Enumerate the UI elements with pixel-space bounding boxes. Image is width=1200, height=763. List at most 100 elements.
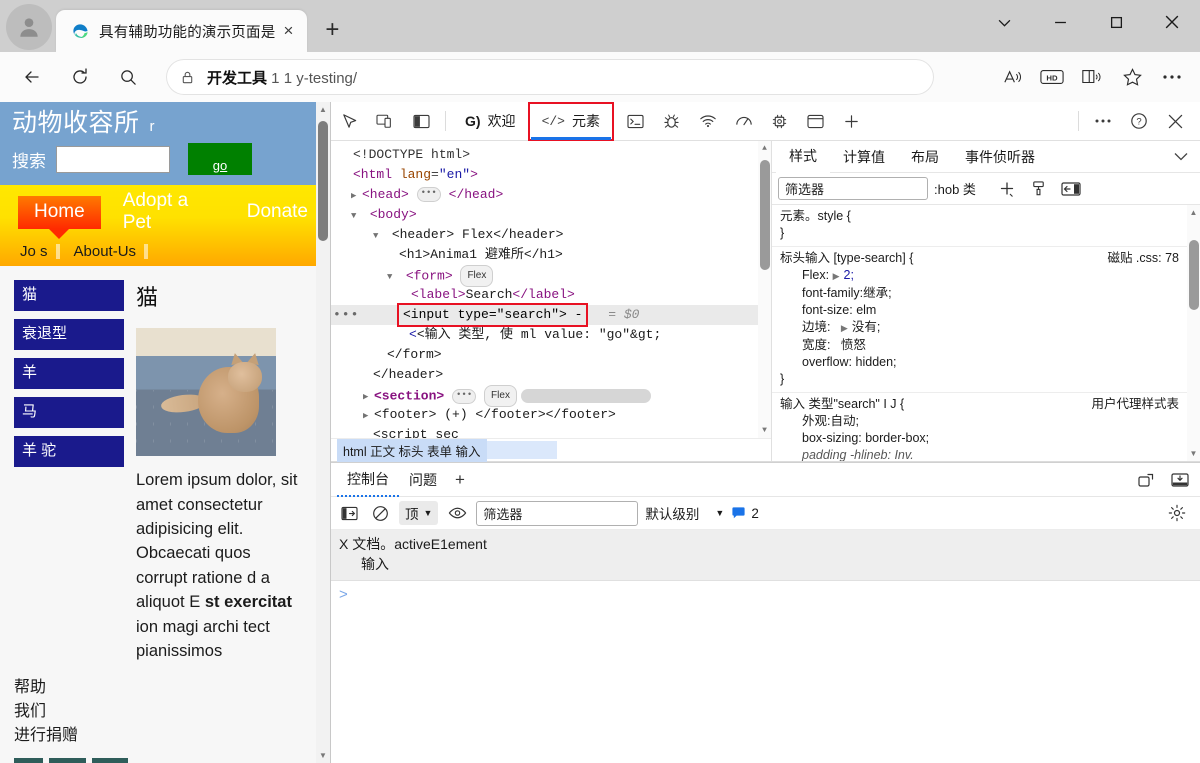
- dom-line[interactable]: </form>: [331, 345, 771, 365]
- dom-line[interactable]: ▶ <footer> (+) </footer></footer>: [331, 405, 771, 425]
- minimize-icon[interactable]: [1032, 0, 1088, 44]
- devtools-close-icon[interactable]: [1160, 106, 1190, 136]
- nav-link-about-us[interactable]: About-Us: [74, 243, 148, 260]
- immersive-reader-icon[interactable]: [1072, 58, 1112, 96]
- dom-scroll-down-icon[interactable]: ▼: [758, 423, 772, 438]
- performance-gauge-icon[interactable]: [729, 106, 759, 136]
- styles-rules-list[interactable]: 元素。style { } 标头输入 [type-search] { 磁贴 .cs…: [772, 205, 1200, 461]
- dom-line[interactable]: <<输入 类型, 使 ml value: "go"&gt;: [331, 325, 771, 345]
- nav-link-donate[interactable]: Donate: [239, 196, 316, 228]
- more-tabs-plus-icon[interactable]: [837, 106, 867, 136]
- styles-tabs-overflow-chevron-icon[interactable]: [1174, 152, 1200, 161]
- device-toolbar-icon[interactable]: [370, 106, 400, 136]
- console-message[interactable]: X 文档。activeE1ement 输入: [331, 530, 1200, 581]
- tab-layout[interactable]: 布局: [898, 142, 952, 172]
- dom-line[interactable]: <!DOCTYPE html>: [331, 145, 771, 165]
- scroll-up-arrow-icon[interactable]: ▲: [316, 102, 330, 117]
- styles-scrollbar[interactable]: ▲ ▼: [1187, 205, 1200, 461]
- clear-console-icon[interactable]: [368, 501, 392, 525]
- css-declaration[interactable]: 边境: ▶ 没有;: [780, 319, 1179, 337]
- css-rule-source[interactable]: 磁贴 .css: 78: [1097, 250, 1179, 267]
- hd-badge-icon[interactable]: HD: [1032, 58, 1072, 96]
- browser-tab[interactable]: 具有辅助功能的演示页面是 ×: [56, 10, 308, 52]
- console-filter-input[interactable]: 筛选器: [476, 500, 639, 526]
- scroll-down-arrow-icon[interactable]: ▼: [316, 748, 330, 763]
- dock-panel-icon[interactable]: [406, 106, 436, 136]
- page-go-button[interactable]: go: [188, 143, 252, 176]
- dock-drawer-icon[interactable]: [1168, 468, 1192, 492]
- css-rule-selector[interactable]: 输入 类型"search" I J {: [780, 396, 904, 413]
- pet-button-cat[interactable]: 猫: [14, 280, 124, 312]
- console-settings-icon[interactable]: [1168, 504, 1194, 522]
- collapse-arrow-icon[interactable]: ▼: [373, 226, 384, 246]
- expand-arrow-icon[interactable]: ▶: [363, 406, 374, 426]
- browser-settings-more-icon[interactable]: [1152, 58, 1192, 96]
- tab-event-listeners[interactable]: 事件侦听器: [952, 142, 1048, 172]
- profile-button[interactable]: [6, 4, 52, 50]
- toggle-pseudo-class-label[interactable]: :hob 类: [934, 179, 976, 198]
- restore-drawer-icon[interactable]: [1134, 468, 1158, 492]
- dom-scroll-track[interactable]: [758, 156, 772, 423]
- element-classes-brush-icon[interactable]: [1026, 178, 1052, 200]
- page-scroll-thumb[interactable]: [318, 121, 328, 241]
- console-context-selector[interactable]: 顶 ▼: [399, 501, 439, 525]
- styles-scroll-track[interactable]: [1187, 220, 1200, 446]
- nav-link-home[interactable]: Home: [18, 195, 101, 229]
- console-panel-icon[interactable]: [621, 106, 651, 136]
- read-aloud-icon[interactable]: [992, 58, 1032, 96]
- new-style-rule-icon[interactable]: [994, 178, 1020, 200]
- styles-scroll-up-icon[interactable]: ▲: [1187, 205, 1200, 220]
- flex-badge[interactable]: Flex: [460, 265, 494, 287]
- tab-styles[interactable]: 样式: [776, 140, 830, 173]
- dom-scroll-up-icon[interactable]: ▲: [758, 141, 772, 156]
- memory-chip-icon[interactable]: [765, 106, 795, 136]
- css-declaration[interactable]: 宽度: 愤怒: [780, 337, 1179, 354]
- live-expression-eye-icon[interactable]: [445, 501, 469, 525]
- drawer-add-tab-icon[interactable]: +: [447, 470, 473, 490]
- search-icon[interactable]: [109, 58, 147, 96]
- dom-line[interactable]: ▶ <section> ••• Flex: [331, 385, 771, 407]
- styles-scroll-thumb[interactable]: [1188, 240, 1199, 310]
- dom-line[interactable]: <script sec: [331, 425, 771, 438]
- tab-close-icon[interactable]: ×: [275, 18, 301, 44]
- amount-button-100[interactable]: 100: [49, 757, 86, 763]
- dom-line-selected[interactable]: ••• <input type="search"> - = $0: [331, 303, 771, 327]
- css-rule[interactable]: 元素。style { }: [772, 205, 1187, 247]
- console-level-selector[interactable]: 默认级别 ▼: [645, 503, 724, 523]
- dom-line[interactable]: ▼ <form> Flex: [331, 265, 771, 287]
- css-declaration[interactable]: Flex: ▶ 2;: [780, 267, 1179, 285]
- console-sidebar-icon[interactable]: [337, 501, 361, 525]
- dom-tree[interactable]: <!DOCTYPE html> <html lang="en"> ▶ <head>…: [331, 141, 771, 438]
- amount-button-50[interactable]: 50: [14, 757, 44, 763]
- css-rule[interactable]: 输入 类型"search" I J { 用户代理样式表 外观:自动; box-s…: [772, 393, 1187, 461]
- window-close-icon[interactable]: [1144, 0, 1200, 44]
- styles-scroll-down-icon[interactable]: ▼: [1187, 446, 1200, 461]
- css-declaration[interactable]: overflow: hidden;: [780, 354, 1179, 371]
- row-actions-icon[interactable]: •••: [333, 305, 359, 325]
- dom-line[interactable]: ▶ <head> ••• </head>: [331, 185, 771, 205]
- page-scroll-track[interactable]: [316, 117, 330, 748]
- console-issues-badge[interactable]: 2: [731, 506, 759, 521]
- tab-issues[interactable]: 问题: [399, 464, 447, 496]
- collapse-arrow-icon[interactable]: ▼: [351, 206, 362, 226]
- pet-button-5[interactable]: 羊 驼: [14, 436, 124, 468]
- devtools-tab-elements[interactable]: </> 元素: [527, 102, 614, 141]
- amount-button-200[interactable]: 200: [91, 757, 129, 763]
- page-search-input[interactable]: [56, 145, 170, 173]
- breadcrumb[interactable]: html 正文 标头 表单 输入: [331, 438, 771, 462]
- css-declaration[interactable]: font-size: elm: [780, 302, 1179, 319]
- devtools-tab-welcome[interactable]: G) 欢迎: [452, 103, 529, 140]
- reload-button[interactable]: [61, 58, 99, 96]
- back-button[interactable]: [13, 58, 51, 96]
- dom-scrollbar[interactable]: ▲ ▼: [758, 141, 771, 438]
- css-declaration[interactable]: font-family:继承;: [780, 285, 1179, 302]
- css-rule[interactable]: 标头输入 [type-search] { 磁贴 .css: 78 Flex: ▶…: [772, 247, 1187, 393]
- application-panel-icon[interactable]: [801, 106, 831, 136]
- favorite-star-icon[interactable]: [1112, 58, 1152, 96]
- toggle-element-state-icon[interactable]: [1058, 178, 1084, 200]
- nav-link-jobs[interactable]: Jo s: [20, 243, 59, 260]
- network-wifi-icon[interactable]: [693, 106, 723, 136]
- devtools-more-options-icon[interactable]: [1088, 106, 1118, 136]
- flex-badge[interactable]: Flex: [484, 385, 517, 407]
- css-declaration[interactable]: 外观:自动;: [780, 413, 1179, 430]
